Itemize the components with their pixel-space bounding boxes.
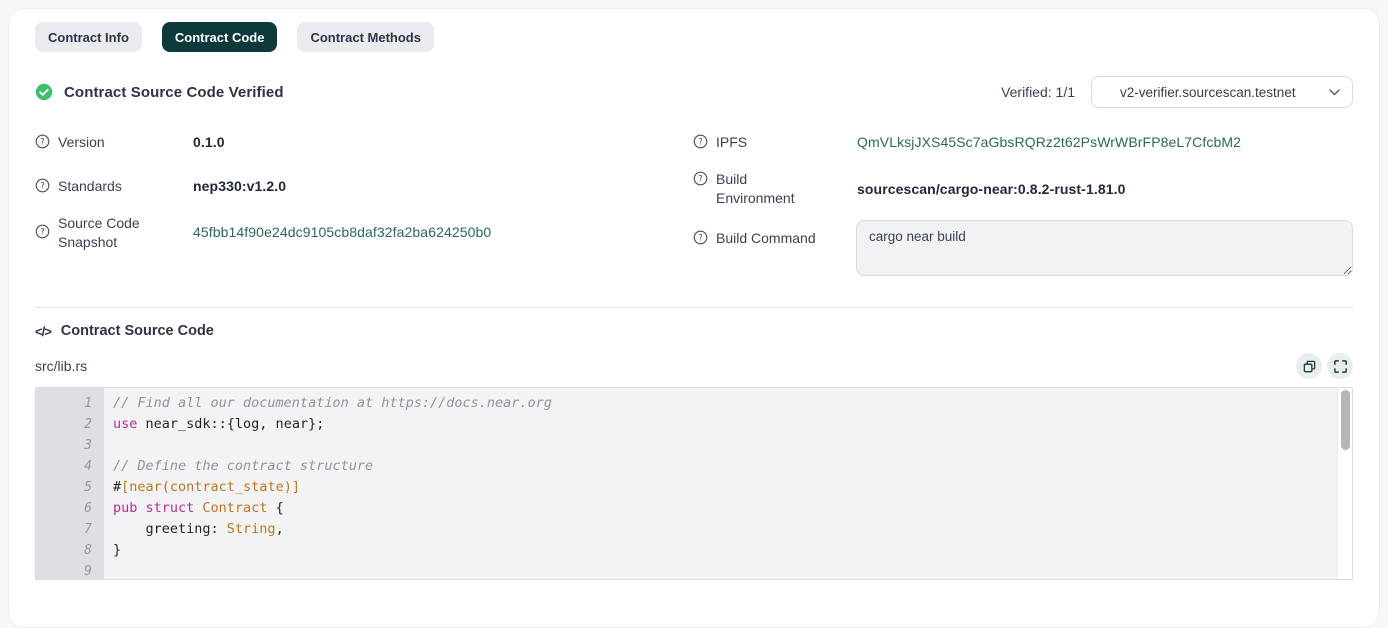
svg-text:?: ? [40, 180, 44, 190]
detail-row-source-snapshot: ? Source Code Snapshot 45fbb14f90e24dc91… [35, 214, 693, 254]
contract-details: ? Version 0.1.0 ? Standards nep330:v1.2.… [35, 126, 1353, 293]
detail-row-build-command: ? Build Command cargo near build [693, 220, 1353, 281]
svg-text:?: ? [698, 232, 702, 242]
detail-row-version: ? Version 0.1.0 [35, 126, 693, 158]
verifier-select[interactable]: v2-verifier.sourcescan.testnet [1091, 76, 1353, 108]
verification-header: Contract Source Code Verified Verified: … [35, 76, 1353, 108]
tab-contract-info[interactable]: Contract Info [35, 22, 142, 52]
svg-text:?: ? [40, 136, 44, 146]
detail-row-build-environment: ? Build Environment sourcescan/cargo-nea… [693, 170, 1353, 208]
detail-label: IPFS [716, 133, 747, 152]
code-line [113, 435, 1337, 456]
tab-contract-code[interactable]: Contract Code [162, 22, 278, 52]
file-path-label: src/lib.rs [35, 358, 87, 374]
code-line: // Find all our documentation at https:/… [113, 393, 1337, 414]
question-circle-icon: ? [35, 134, 50, 152]
tab-contract-methods[interactable]: Contract Methods [297, 22, 434, 52]
detail-label: Standards [58, 177, 122, 196]
copy-button[interactable] [1296, 353, 1322, 379]
contract-card: Contract Info Contract Code Contract Met… [8, 8, 1380, 628]
code-line: } [113, 540, 1337, 561]
line-number: 5 [36, 477, 104, 498]
source-snapshot-link[interactable]: 45fbb14f90e24dc9105cb8daf32fa2ba624250b0 [193, 224, 491, 240]
code-line: pub struct Contract { [113, 498, 1337, 519]
detail-row-standards: ? Standards nep330:v1.2.0 [35, 170, 693, 202]
verifier-select-value: v2-verifier.sourcescan.testnet [1120, 85, 1296, 100]
svg-text:?: ? [698, 173, 702, 183]
detail-label: Build Environment [716, 170, 826, 208]
code-line: greeting: String, [113, 519, 1337, 540]
build-environment-value: sourcescan/cargo-near:0.8.2-rust-1.81.0 [857, 181, 1125, 197]
copy-icon [1302, 359, 1317, 374]
source-code-section-title: Contract Source Code [61, 323, 214, 339]
fullscreen-button[interactable] [1327, 353, 1353, 379]
question-circle-icon: ? [35, 224, 50, 242]
code-line [113, 561, 1337, 579]
fullscreen-icon [1333, 359, 1348, 374]
detail-label: Version [58, 133, 105, 152]
scrollbar-thumb[interactable] [1341, 390, 1350, 450]
line-number: 4 [36, 456, 104, 477]
line-number: 8 [36, 540, 104, 561]
code-line: #[near(contract_state)] [113, 477, 1337, 498]
code-scrollbar[interactable] [1337, 388, 1352, 579]
svg-text:?: ? [698, 136, 702, 146]
svg-text:?: ? [40, 226, 44, 236]
line-number: 7 [36, 519, 104, 540]
chevron-down-icon [1329, 89, 1340, 96]
line-number: 1 [36, 393, 104, 414]
source-code-section-header: </> Contract Source Code [35, 323, 1353, 339]
verified-count-label: Verified: 1/1 [1001, 84, 1075, 100]
code-brackets-icon: </> [35, 324, 51, 339]
code-line: use near_sdk::{log, near}; [113, 414, 1337, 435]
question-circle-icon: ? [35, 178, 50, 196]
question-circle-icon: ? [693, 171, 708, 189]
line-number: 3 [36, 435, 104, 456]
standards-value: nep330:v1.2.0 [193, 178, 286, 194]
code-line: // Define the contract structure [113, 456, 1337, 477]
line-number: 2 [36, 414, 104, 435]
line-number: 6 [36, 498, 104, 519]
ipfs-link[interactable]: QmVLksjJXS45Sc7aGbsRQRz2t62PsWrWBrFP8eL7… [857, 134, 1241, 150]
question-circle-icon: ? [693, 230, 708, 248]
code-content[interactable]: // Find all our documentation at https:/… [104, 388, 1337, 579]
version-value: 0.1.0 [193, 134, 225, 150]
code-viewer: 123456789 // Find all our documentation … [35, 387, 1353, 580]
detail-label: Source Code Snapshot [58, 214, 168, 252]
line-number-gutter: 123456789 [36, 388, 104, 579]
detail-label: Build Command [716, 229, 816, 248]
line-number: 9 [36, 561, 104, 580]
question-circle-icon: ? [693, 134, 708, 152]
build-command-textarea[interactable]: cargo near build [856, 220, 1353, 276]
detail-row-ipfs: ? IPFS QmVLksjJXS45Sc7aGbsRQRz2t62PsWrWB… [693, 126, 1353, 158]
check-circle-icon [35, 83, 53, 101]
file-row: src/lib.rs [35, 352, 1353, 380]
verification-status-title: Contract Source Code Verified [64, 84, 284, 101]
tab-bar: Contract Info Contract Code Contract Met… [35, 22, 1353, 52]
section-divider [35, 307, 1353, 308]
